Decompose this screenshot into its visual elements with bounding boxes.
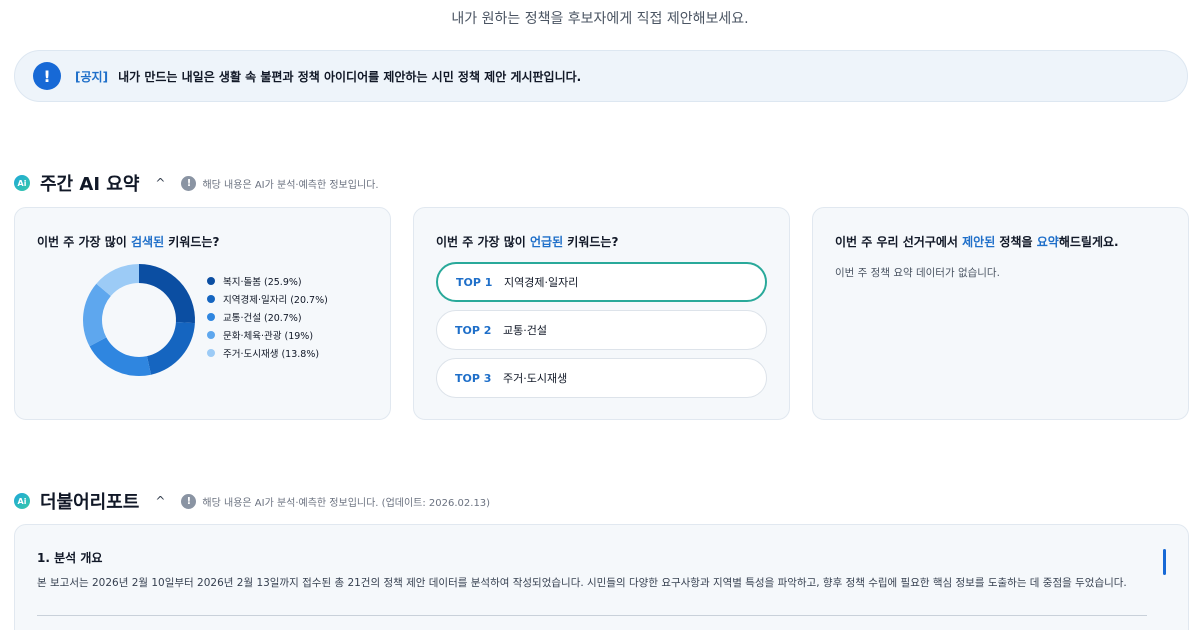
card-title: 이번 주 가장 많이 검색된 키워드는? [37,235,220,249]
card-title: 이번 주 가장 많이 언급된 키워드는? [436,235,619,249]
ai-disclaimer: 해당 내용은 AI가 분석·예측한 정보입니다. (업데이트: 2026.02.… [202,497,491,509]
top-keyword-2[interactable]: TOP 2 교통·건설 [436,310,767,350]
notice-text: 내가 만드는 내일은 생활 속 불편과 정책 아이디어를 제안하는 시민 정책 … [118,69,582,84]
legend-item: 교통·건설 (20.7%) [207,308,328,326]
card-title: 이번 주 우리 선거구에서 제안된 정책을 요약해드릴게요. [835,235,1119,249]
donut-slice-3 [89,337,152,376]
top-keyword-1[interactable]: TOP 1 지역경제·일자리 [436,262,767,302]
section-title: 더불어리포트 [40,492,140,513]
rank-label: TOP 2 [455,323,492,337]
legend-dot [207,331,215,339]
searched-keywords-card: 이번 주 가장 많이 검색된 키워드는? 복지·돌봄 (25.9%) 지역경제·… [14,207,391,420]
keyword-donut-chart [82,264,195,376]
mentioned-keywords-card: 이번 주 가장 많이 언급된 키워드는? TOP 1 지역경제·일자리 TOP … [413,207,790,420]
page-subtitle: 내가 원하는 정책을 후보자에게 직접 제안해보세요. [451,11,749,27]
legend-item: 주거·도시재생 (13.8%) [207,344,328,362]
legend-label: 주거·도시재생 (13.8%) [223,349,320,360]
page: 내가 원하는 정책을 후보자에게 직접 제안해보세요. ! [공지] 내가 만드… [0,0,1200,630]
weekly-ai-summary-header: Ai 주간 AI 요약 ^ ! 해당 내용은 AI가 분석·예측한 정보입니다. [14,170,379,196]
legend-label: 지역경제·일자리 (20.7%) [223,295,328,306]
donut-slice-2 [146,322,195,375]
exclamation-icon: ! [33,62,61,90]
top-keyword-3[interactable]: TOP 3 주거·도시재생 [436,358,767,398]
scrollbar-thumb[interactable] [1163,549,1166,575]
info-icon: ! [181,175,197,191]
section-title: 주간 AI 요약 [40,174,140,195]
info-icon: ! [181,493,197,509]
ai-badge-icon: Ai [14,175,30,191]
report-heading: 1. 분석 개요 [37,551,103,565]
legend-label: 교통·건설 (20.7%) [223,313,302,324]
legend-item: 복지·돌봄 (25.9%) [207,272,328,290]
chart-legend: 복지·돌봄 (25.9%) 지역경제·일자리 (20.7%) 교통·건설 (20… [207,272,328,362]
legend-label: 복지·돌봄 (25.9%) [223,277,302,288]
report-card: 1. 분석 개요 본 보고서는 2026년 2월 10일부터 2026년 2월 … [14,524,1189,630]
legend-item: 문화·체육·관광 (19%) [207,326,328,344]
legend-dot [207,349,215,357]
empty-state-message: 이번 주 정책 요약 데이터가 없습니다. [835,267,1000,279]
ai-badge-icon: Ai [14,493,30,509]
donut-slice-4 [82,283,111,347]
legend-dot [207,277,215,285]
legend-label: 문화·체육·관광 (19%) [223,331,314,342]
report-header: Ai 더불어리포트 ^ ! 해당 내용은 AI가 분석·예측한 정보입니다. (… [14,488,490,514]
legend-dot [207,313,215,321]
chevron-up-icon[interactable]: ^ [155,494,165,508]
chevron-up-icon[interactable]: ^ [155,176,165,190]
keyword-label: 교통·건설 [503,324,547,337]
report-body: 본 보고서는 2026년 2월 10일부터 2026년 2월 13일까지 접수된… [37,577,1127,589]
notice-banner[interactable]: ! [공지] 내가 만드는 내일은 생활 속 불편과 정책 아이디어를 제안하는… [14,50,1188,102]
legend-dot [207,295,215,303]
notice-tag: [공지] [75,69,109,84]
keyword-label: 지역경제·일자리 [504,276,579,289]
donut-slice-1 [139,264,195,324]
policy-summary-card: 이번 주 우리 선거구에서 제안된 정책을 요약해드릴게요. 이번 주 정책 요… [812,207,1189,420]
keyword-label: 주거·도시재생 [503,372,568,385]
ai-disclaimer: 해당 내용은 AI가 분석·예측한 정보입니다. [202,179,379,191]
legend-item: 지역경제·일자리 (20.7%) [207,290,328,308]
rank-label: TOP 3 [455,371,492,385]
divider [37,615,1147,616]
rank-label: TOP 1 [456,275,493,289]
